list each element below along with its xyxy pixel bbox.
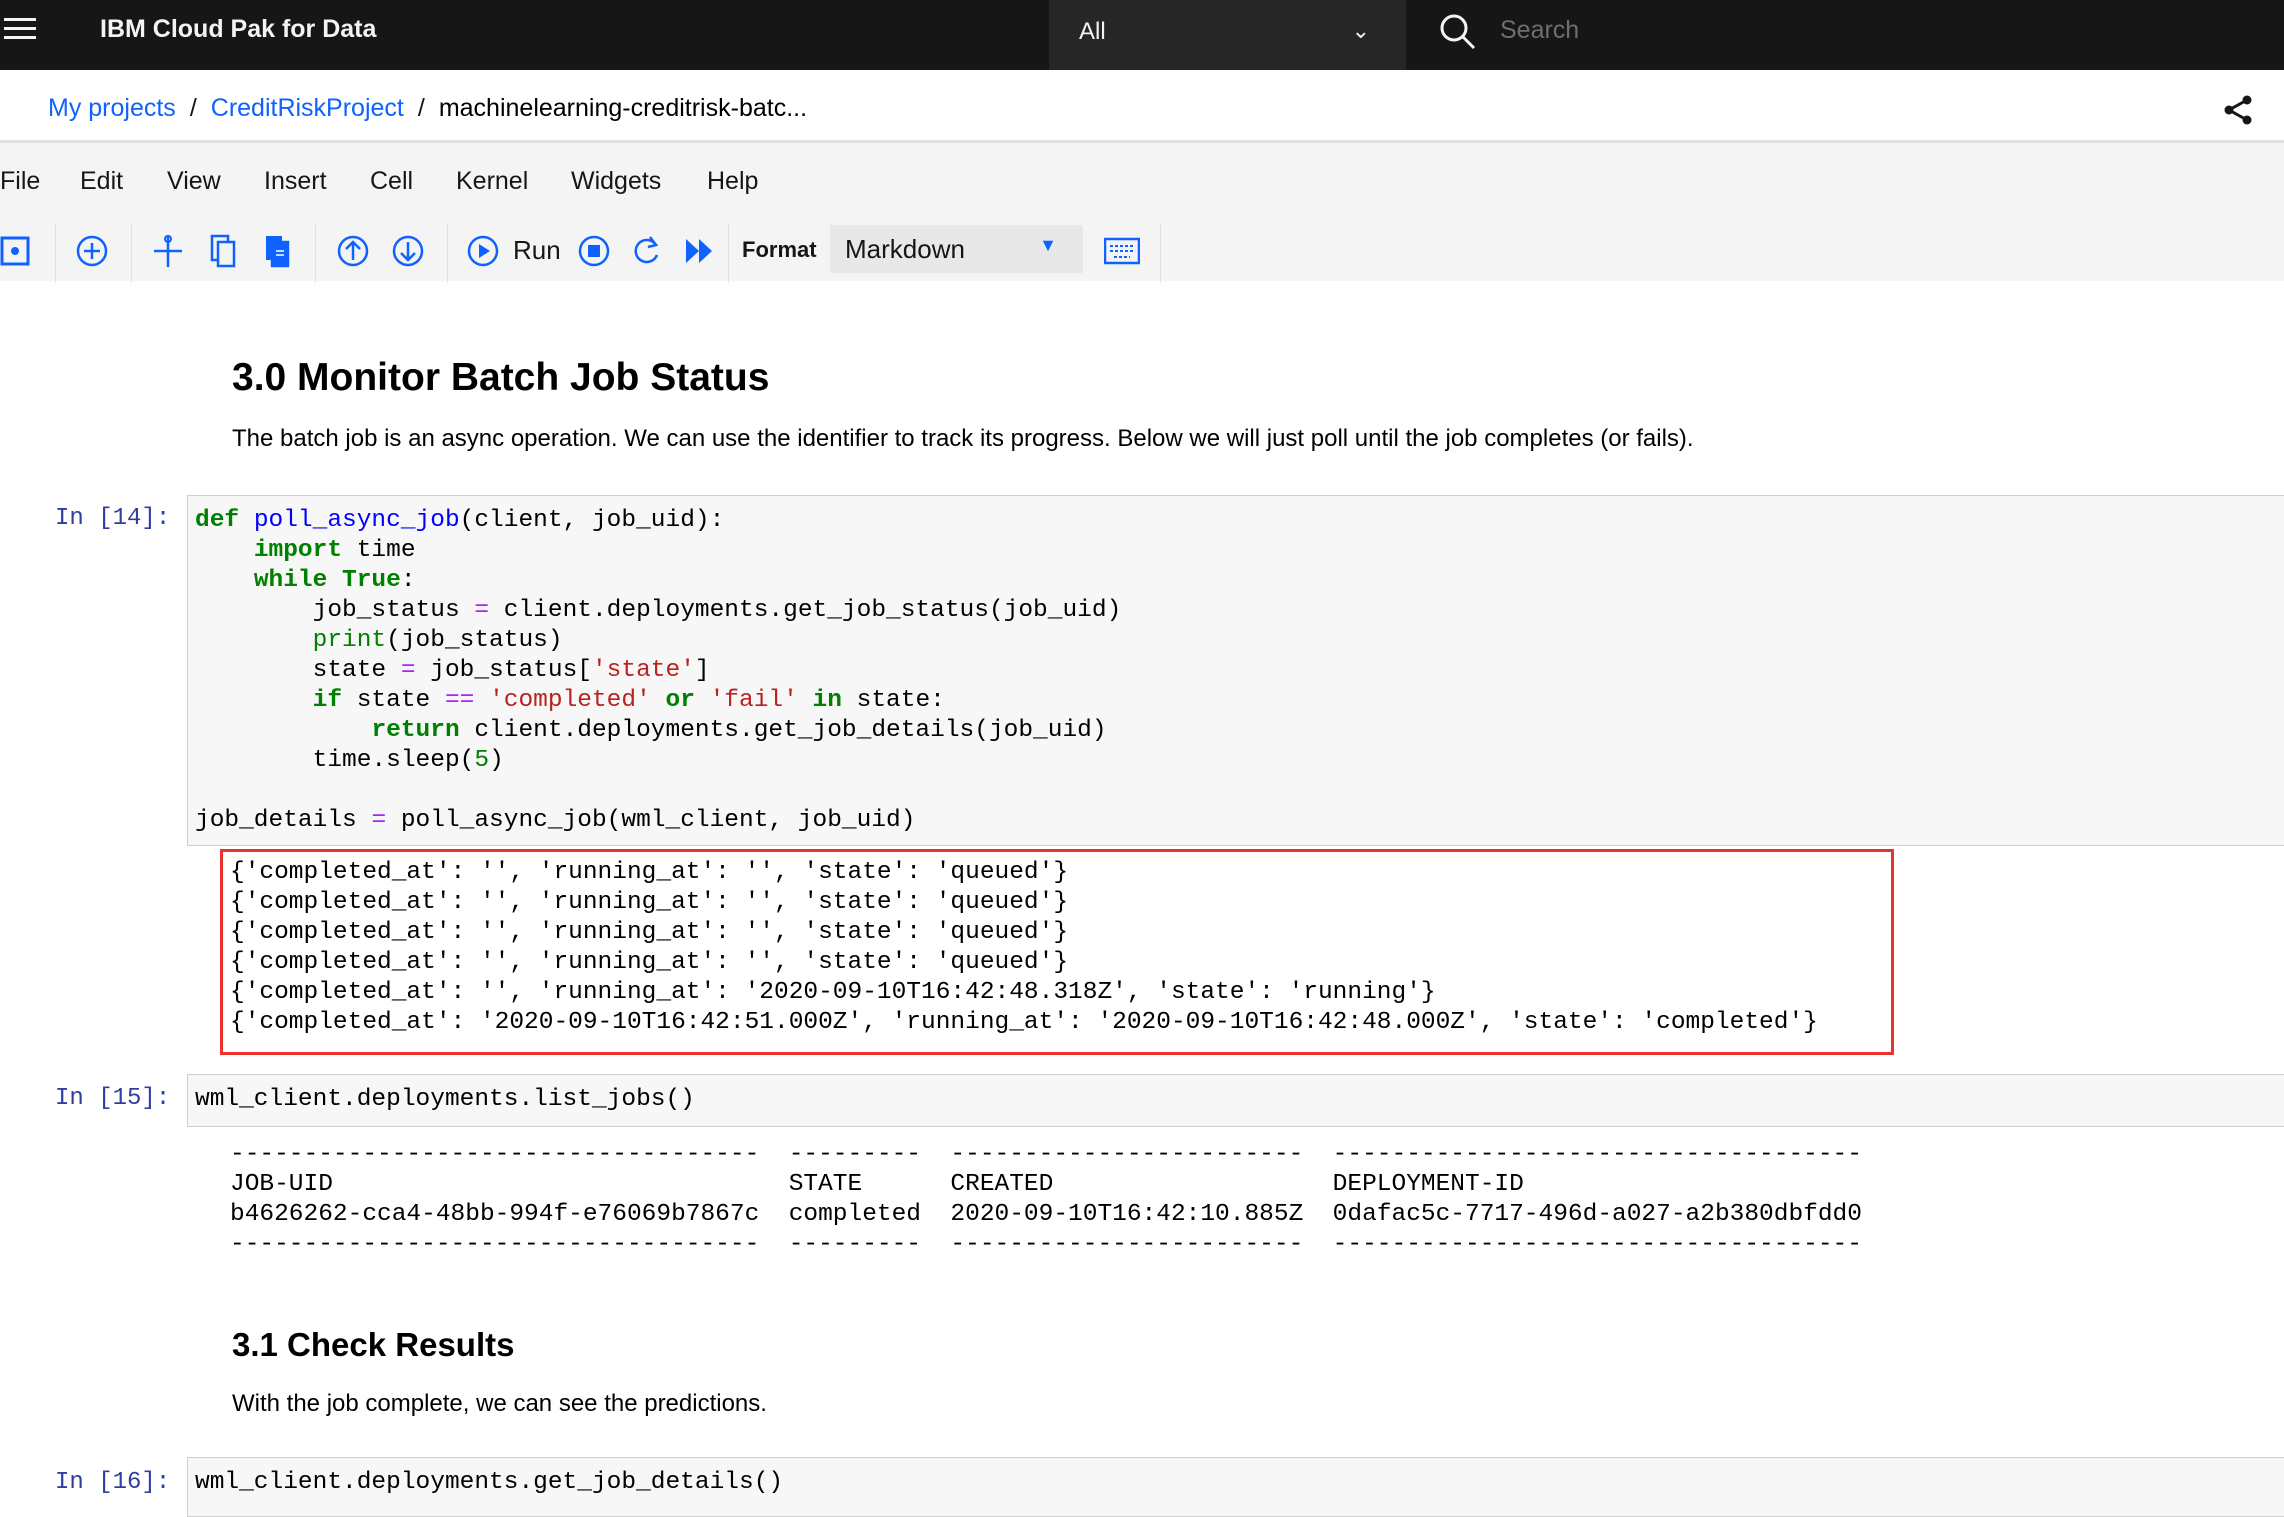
share-icon[interactable] xyxy=(2222,94,2254,126)
breadcrumb-notebook: machinelearning-creditrisk-batc... xyxy=(438,94,808,122)
cell-prompt: In [16]: xyxy=(55,1469,171,1496)
format-value: Markdown xyxy=(845,234,965,264)
add-cell-icon[interactable] xyxy=(74,233,110,269)
cell-output: {'completed_at': '', 'running_at': '', '… xyxy=(230,858,1818,1038)
output-line: {'completed_at': '', 'running_at': '2020… xyxy=(230,979,1436,1006)
menu-file[interactable]: File xyxy=(0,167,40,196)
move-down-icon[interactable] xyxy=(390,233,426,269)
search-icon[interactable] xyxy=(1436,10,1480,54)
chevron-down-icon: ⌄ xyxy=(1351,18,1370,43)
search-input[interactable]: Search xyxy=(1500,16,1579,45)
code-text: wml_client.deployments.list_jobs() xyxy=(195,1086,695,1113)
output-line: {'completed_at': '2020-09-10T16:42:51.00… xyxy=(230,1009,1818,1036)
menu-cell[interactable]: Cell xyxy=(370,167,413,196)
code-text: wml_client.deployments.get_job_details() xyxy=(195,1469,784,1496)
breadcrumb: My projects / CreditRiskProject / machinelea… xyxy=(0,70,2284,143)
menu-insert[interactable]: Insert xyxy=(264,167,327,196)
top-bar: IBM Cloud Pak for Data All ⌄ Search xyxy=(0,0,2284,70)
cell-prompt: In [15]: xyxy=(55,1085,171,1112)
save-icon[interactable] xyxy=(0,233,36,269)
jobs-table-output: ------------------------------------ ---… xyxy=(230,1140,1862,1260)
app-title: IBM Cloud Pak for Data xyxy=(100,15,377,43)
restart-icon[interactable] xyxy=(630,233,666,269)
stop-icon[interactable] xyxy=(576,233,612,269)
table-row: b4626262-cca4-48bb-994f-e76069b7867c com… xyxy=(230,1201,1862,1228)
run-icon[interactable] xyxy=(465,233,501,269)
section-text: The batch job is an async operation. We … xyxy=(232,425,1694,452)
output-line: {'completed_at': '', 'running_at': '', '… xyxy=(230,859,1069,886)
section-heading: 3.1 Check Results xyxy=(232,1326,515,1363)
notebook-menubar: File Edit View Insert Cell Kernel Widget… xyxy=(0,143,2284,283)
breadcrumb-my-projects[interactable]: My projects xyxy=(48,94,176,122)
cell-prompt: In [14]: xyxy=(55,505,171,532)
table-rule: ------------------------------------ ---… xyxy=(230,1231,1862,1258)
move-up-icon[interactable] xyxy=(335,233,371,269)
section-text: With the job complete, we can see the pr… xyxy=(232,1390,767,1417)
caret-down-icon: ▼ xyxy=(1039,235,1057,255)
output-line: {'completed_at': '', 'running_at': '', '… xyxy=(230,919,1069,946)
menu-edit[interactable]: Edit xyxy=(80,167,123,196)
menu-help[interactable]: Help xyxy=(707,167,758,196)
format-label: Format xyxy=(742,237,817,262)
menu-widgets[interactable]: Widgets xyxy=(571,167,661,196)
table-rule: ------------------------------------ ---… xyxy=(230,1141,1862,1168)
paste-icon[interactable] xyxy=(260,233,296,269)
hamburger-menu-icon[interactable] xyxy=(4,18,36,42)
breadcrumb-project[interactable]: CreditRiskProject xyxy=(211,94,404,122)
table-header: JOB-UID STATE CREATED DEPLOYMENT-ID xyxy=(230,1171,1524,1198)
code-cell[interactable]: wml_client.deployments.list_jobs() xyxy=(187,1074,2284,1127)
section-heading: 3.0 Monitor Batch Job Status xyxy=(232,356,770,399)
fast-forward-icon[interactable] xyxy=(682,233,718,269)
cut-icon[interactable] xyxy=(150,233,186,269)
output-line: {'completed_at': '', 'running_at': '', '… xyxy=(230,949,1069,976)
copy-icon[interactable] xyxy=(206,233,242,269)
menu-view[interactable]: View xyxy=(167,167,221,196)
keyboard-icon[interactable] xyxy=(1104,233,1140,269)
scope-value: All xyxy=(1079,18,1106,45)
output-line: {'completed_at': '', 'running_at': '', '… xyxy=(230,889,1069,916)
code-cell[interactable]: wml_client.deployments.get_job_details() xyxy=(187,1457,2284,1517)
run-button[interactable]: Run xyxy=(513,235,561,266)
search-scope-select[interactable]: All ⌄ xyxy=(1049,0,1406,70)
code-cell[interactable]: def poll_async_job(client, job_uid): imp… xyxy=(187,495,2284,846)
menu-kernel[interactable]: Kernel xyxy=(456,167,528,196)
toolbar: Run Format Markdown ▼ xyxy=(0,223,1200,283)
cell-format-select[interactable]: Markdown ▼ xyxy=(830,225,1083,273)
